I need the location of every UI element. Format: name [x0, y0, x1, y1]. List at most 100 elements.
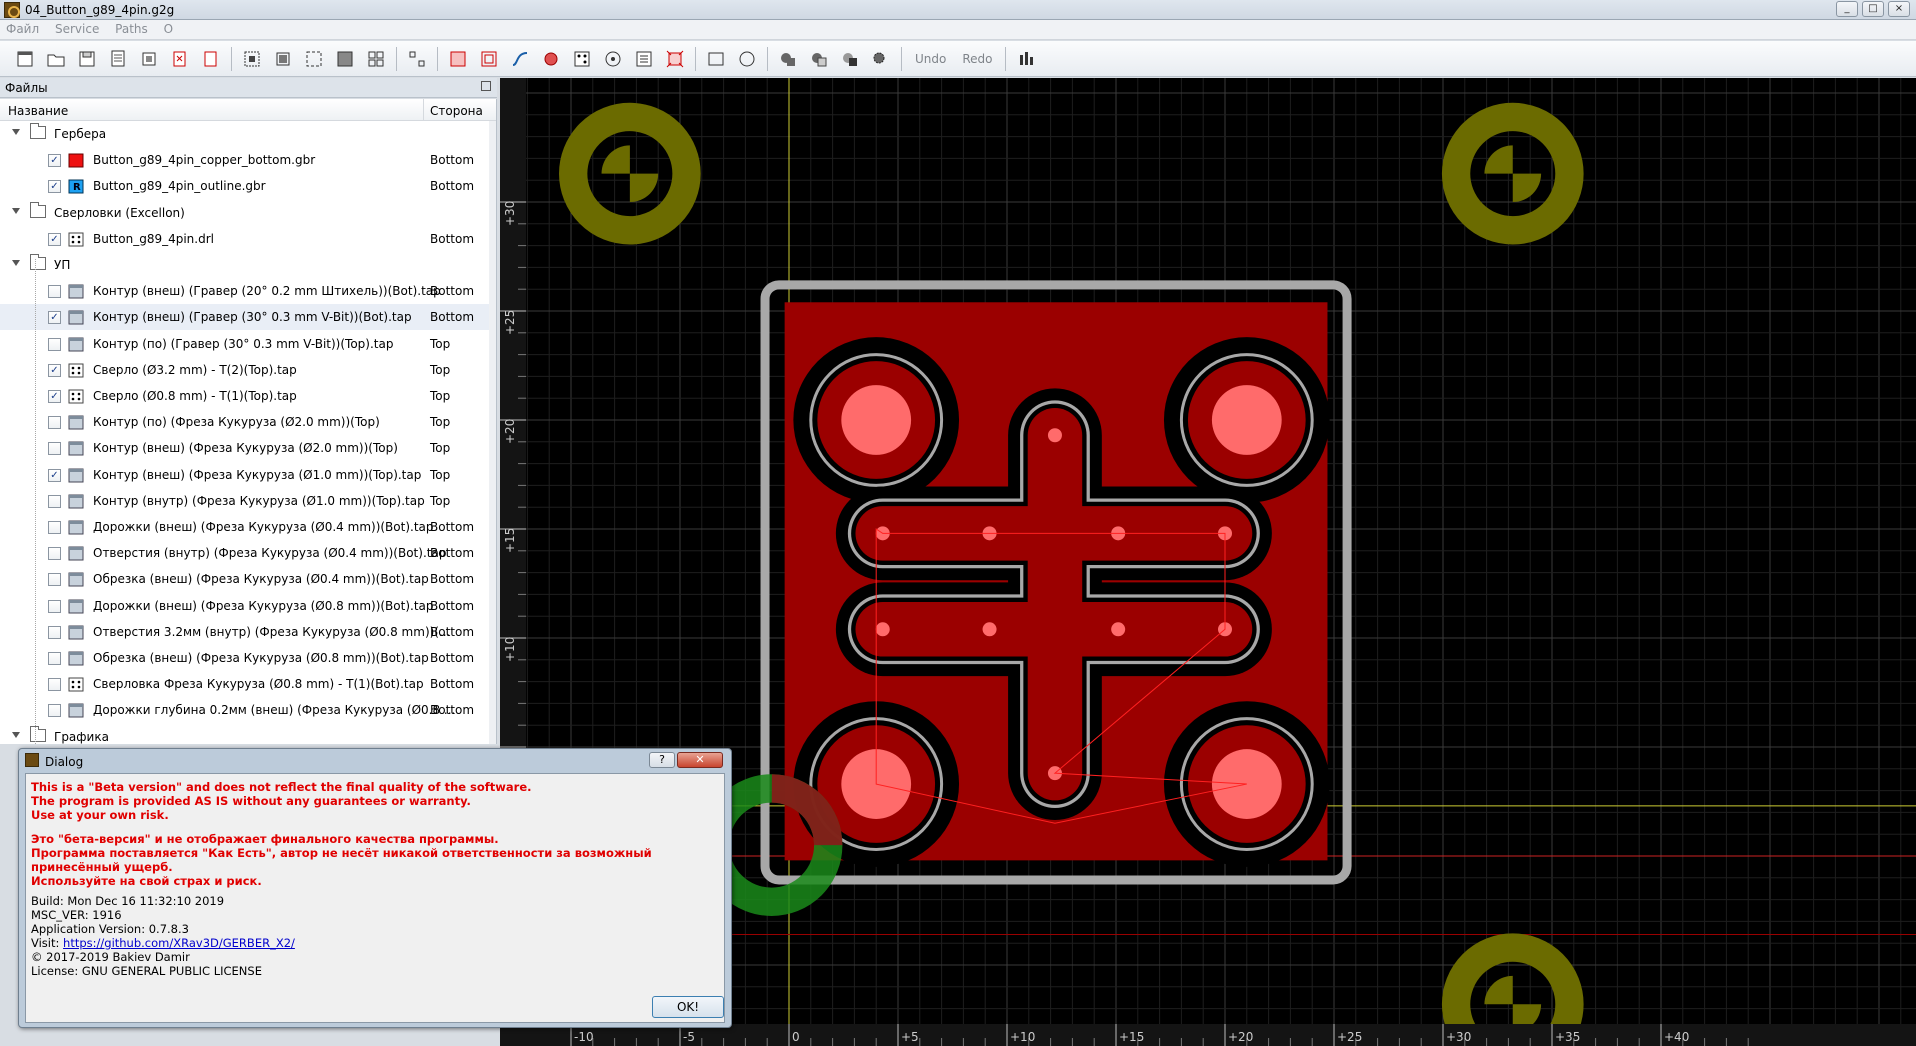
file-name: Контур (внеш) (Гравер (20° 0.2 mm Штихел… [93, 284, 441, 299]
grid-button[interactable] [363, 46, 389, 72]
profile-path-button[interactable] [445, 46, 471, 72]
tree-group-graphics[interactable]: Графика [0, 724, 489, 744]
pocket-path-button[interactable] [476, 46, 502, 72]
tree-file-row[interactable]: Отверстия (внутр) (Фреза Кукуруза (Ø0.4 … [0, 540, 489, 566]
visibility-checkbox[interactable] [48, 678, 61, 692]
tree-group-drill[interactable]: Сверловки (Excellon) [0, 200, 489, 226]
shapes-button[interactable] [600, 46, 626, 72]
tree-file-row[interactable]: Контур (по) (Гравер (30° 0.3 mm V-Bit))(… [0, 331, 489, 357]
tree-file-row[interactable]: Обрезка (внеш) (Фреза Кукуруза (Ø0.4 mm)… [0, 566, 489, 592]
expand-arrow-icon[interactable] [12, 260, 20, 266]
grid-icon [368, 51, 384, 66]
menu-o[interactable]: O [158, 20, 179, 38]
tree-file-row[interactable]: ✓ Контур (внеш) (Фреза Кукуруза (Ø1.0 mm)… [0, 462, 489, 488]
zoom-fit-button[interactable] [239, 46, 265, 72]
visibility-checkbox[interactable]: ✓ [48, 363, 61, 377]
close-all-button[interactable] [198, 46, 224, 72]
visibility-checkbox[interactable]: ✓ [48, 390, 61, 403]
tree-group-gerber[interactable]: Гербера [0, 121, 489, 147]
union-button[interactable] [775, 46, 801, 72]
tree-file-row[interactable]: Контур (внеш) (Фреза Кукуруза (Ø2.0 mm))… [0, 435, 489, 461]
tree-file-row[interactable]: ✓ Button_g89_4pin.drl Bottom [0, 226, 489, 252]
ruler-x-label: 0 [792, 1030, 800, 1044]
visibility-checkbox[interactable] [48, 704, 61, 718]
help-button[interactable]: ? [649, 752, 675, 768]
visibility-checkbox[interactable] [48, 599, 61, 613]
close-window-button[interactable]: × [1888, 1, 1910, 17]
menu-paths[interactable]: Paths [109, 20, 154, 38]
tree-file-row[interactable]: Контур (по) (Фреза Кукуруза (Ø2.0 mm))(T… [0, 409, 489, 435]
maximize-button[interactable]: □ [1862, 1, 1884, 17]
visibility-checkbox[interactable] [48, 442, 61, 456]
tree-group-paths[interactable]: УП [0, 252, 489, 278]
zoom-selection-button[interactable] [301, 46, 327, 72]
menu-file[interactable]: Файл [0, 20, 45, 38]
ruler-x-label: +35 [1555, 1030, 1580, 1044]
visibility-checkbox[interactable]: ✓ [48, 180, 61, 194]
visibility-checkbox[interactable]: ✓ [48, 232, 61, 246]
visibility-checkbox[interactable] [48, 521, 61, 534]
visibility-checkbox[interactable]: ✓ [48, 154, 61, 168]
visibility-checkbox[interactable] [48, 625, 61, 639]
visibility-checkbox[interactable] [48, 337, 61, 351]
tree-file-row[interactable]: Отверстия 3.2мм (внутр) (Фреза Кукуруза … [0, 619, 489, 645]
expand-arrow-icon[interactable] [12, 207, 20, 214]
folder-icon [30, 725, 46, 742]
tree-file-row[interactable]: ✓ R Button_g89_4pin_outline.gbr Bottom [0, 173, 489, 199]
column-side-header[interactable]: Сторона [430, 104, 483, 118]
new-file-button[interactable] [12, 46, 38, 72]
save-button[interactable] [74, 46, 100, 72]
tree-file-row[interactable]: Обрезка (внеш) (Фреза Кукуруза (Ø0.8 mm)… [0, 645, 489, 671]
redo-button[interactable]: Redo [962, 52, 992, 66]
visibility-checkbox[interactable] [48, 285, 61, 299]
autoplace-button[interactable] [662, 46, 688, 72]
github-link[interactable]: https://github.com/XRav3D/GERBER_X2/ [63, 936, 295, 950]
minimize-button[interactable]: _ [1836, 1, 1858, 17]
ok-button[interactable]: OK! [652, 996, 724, 1018]
visibility-checkbox[interactable]: ✓ [48, 311, 61, 325]
tree-file-row[interactable]: Дорожки (внеш) (Фреза Кукуруза (Ø0.8 mm)… [0, 593, 489, 619]
undo-button[interactable]: Undo [915, 52, 946, 66]
selection-tool-button[interactable] [404, 46, 430, 72]
tree-file-row[interactable]: Дорожки (внеш) (Фреза Кукуруза (Ø0.4 mm)… [0, 514, 489, 540]
expand-arrow-icon[interactable] [12, 129, 20, 135]
visibility-checkbox[interactable] [48, 416, 61, 430]
tree-file-row[interactable]: Контур (внеш) (Гравер (20° 0.2 mm Штихел… [0, 278, 489, 304]
drill-dots-button[interactable] [569, 46, 595, 72]
tree-file-row[interactable]: Контур (внутр) (Фреза Кукуруза (Ø1.0 mm)… [0, 488, 489, 514]
open-file-button[interactable] [43, 46, 69, 72]
file-side: Top [430, 336, 451, 351]
tree-file-row[interactable]: Дорожки глубина 0.2мм (внеш) (Фреза Куку… [0, 697, 489, 723]
expand-arrow-icon[interactable] [12, 731, 20, 738]
save-all-button[interactable] [136, 46, 162, 72]
folder-icon [30, 123, 46, 139]
zoom-all-button[interactable] [270, 46, 296, 72]
tree-file-row[interactable]: ✓ Контур (внеш) (Гравер (30° 0.3 mm V-Bit… [0, 304, 489, 331]
tree-file-row[interactable]: ✓ Сверло (Ø0.8 mm) - T(1)(Top).tap Top [0, 383, 489, 409]
zoom-to-button[interactable] [332, 46, 358, 72]
drill-button[interactable] [538, 46, 564, 72]
visibility-checkbox[interactable] [48, 494, 61, 508]
tree-scrollbar[interactable] [489, 121, 496, 744]
visibility-checkbox[interactable] [48, 573, 61, 587]
circle-button[interactable] [734, 46, 760, 72]
visibility-checkbox[interactable]: ✓ [48, 468, 61, 482]
xor-button[interactable] [868, 46, 894, 72]
tree-file-row[interactable]: ✓ Button_g89_4pin_copper_bottom.gbr Bottom [0, 147, 489, 173]
tree-file-row[interactable]: Сверловка Фреза Кукуруза (Ø0.8 mm) - T(1… [0, 671, 489, 697]
visibility-checkbox[interactable] [48, 652, 61, 665]
ruler-button[interactable] [1013, 46, 1039, 72]
thermal-path-button[interactable] [507, 46, 533, 72]
menu-service[interactable]: Service [49, 20, 105, 38]
gcode-button[interactable] [631, 46, 657, 72]
dialog-close-button[interactable]: ✕ [677, 752, 723, 768]
visibility-checkbox[interactable] [48, 547, 61, 561]
intersection-button[interactable] [837, 46, 863, 72]
tree-file-row[interactable]: ✓ Сверло (Ø3.2 mm) - T(2)(Top).tap Top [0, 357, 489, 383]
undock-icon[interactable] [481, 81, 491, 91]
close-file-button[interactable] [167, 46, 193, 72]
rectangle-button[interactable] [703, 46, 729, 72]
difference-button[interactable] [806, 46, 832, 72]
save-as-button[interactable] [105, 46, 131, 72]
column-name-header[interactable]: Название [8, 104, 68, 118]
